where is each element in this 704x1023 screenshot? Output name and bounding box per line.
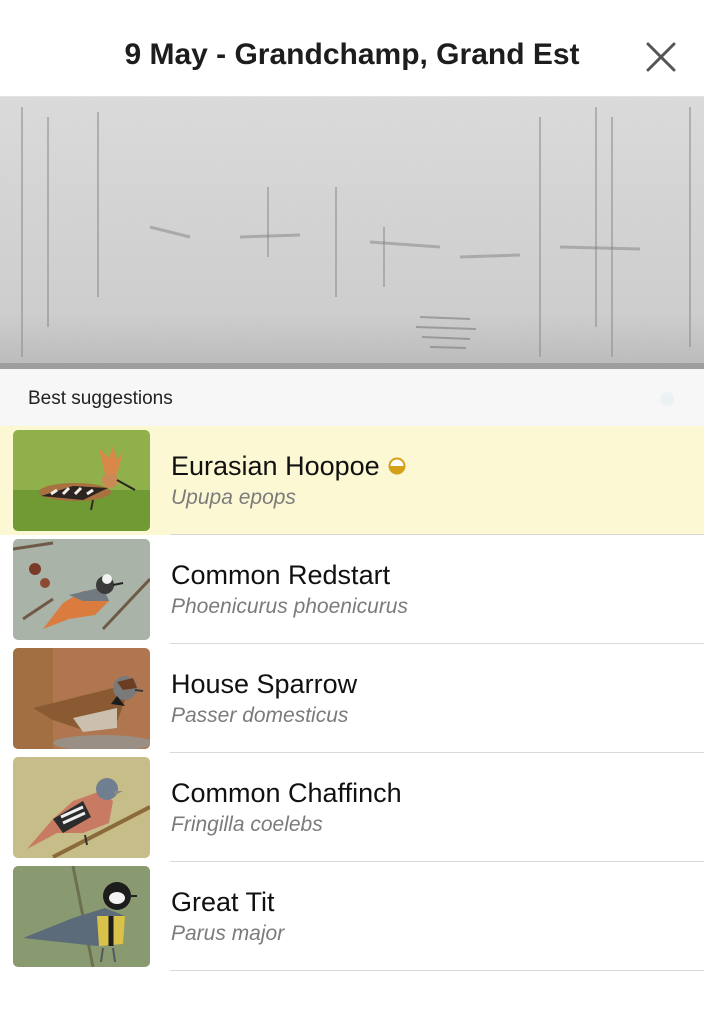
page-title: 9 May - Grandchamp, Grand Est xyxy=(124,38,580,71)
bird-thumbnail xyxy=(13,539,150,640)
common-name: Common Redstart xyxy=(171,560,391,590)
common-name: Great Tit xyxy=(171,887,275,917)
spectrogram[interactable] xyxy=(0,97,704,369)
header-bar: 9 May - Grandchamp, Grand Est xyxy=(0,0,704,97)
suggestions-section-header: Best suggestions xyxy=(0,369,704,426)
suggestions-list: Eurasian Hoopoe Upupa epops Common Redst… xyxy=(0,426,704,971)
row-divider xyxy=(170,970,704,971)
hoopoe-photo-icon xyxy=(13,430,150,531)
redstart-photo-icon xyxy=(13,539,150,640)
scientific-name: Fringilla coelebs xyxy=(171,813,323,836)
scientific-name: Parus major xyxy=(171,922,285,945)
chaffinch-photo-icon xyxy=(13,757,150,858)
bird-thumbnail xyxy=(13,648,150,749)
sparrow-photo-icon xyxy=(13,648,150,749)
half-circle-confidence-icon xyxy=(388,457,406,475)
great-tit-photo-icon xyxy=(13,866,150,967)
section-indicator-dot xyxy=(660,392,674,406)
suggestion-row-eurasian-hoopoe[interactable]: Eurasian Hoopoe Upupa epops xyxy=(0,426,704,535)
section-label: Best suggestions xyxy=(28,388,173,409)
suggestion-row-great-tit[interactable]: Great Tit Parus major xyxy=(0,862,704,971)
scientific-name: Phoenicurus phoenicurus xyxy=(171,595,408,618)
bird-thumbnail xyxy=(13,866,150,967)
suggestion-row-common-redstart[interactable]: Common Redstart Phoenicurus phoenicurus xyxy=(0,535,704,644)
common-name-text: Eurasian Hoopoe xyxy=(171,451,380,481)
close-button[interactable] xyxy=(644,40,678,74)
confidence-badge xyxy=(388,457,406,475)
scientific-name: Passer domesticus xyxy=(171,704,349,727)
suggestion-row-house-sparrow[interactable]: House Sparrow Passer domesticus xyxy=(0,644,704,753)
bird-thumbnail xyxy=(13,430,150,531)
scientific-name: Upupa epops xyxy=(171,486,296,509)
suggestion-row-common-chaffinch[interactable]: Common Chaffinch Fringilla coelebs xyxy=(0,753,704,862)
spectrogram-image xyxy=(0,97,704,369)
close-icon xyxy=(646,42,676,72)
common-name: House Sparrow xyxy=(171,669,358,699)
bird-thumbnail xyxy=(13,757,150,858)
common-name: Eurasian Hoopoe xyxy=(171,451,406,482)
common-name: Common Chaffinch xyxy=(171,778,402,808)
